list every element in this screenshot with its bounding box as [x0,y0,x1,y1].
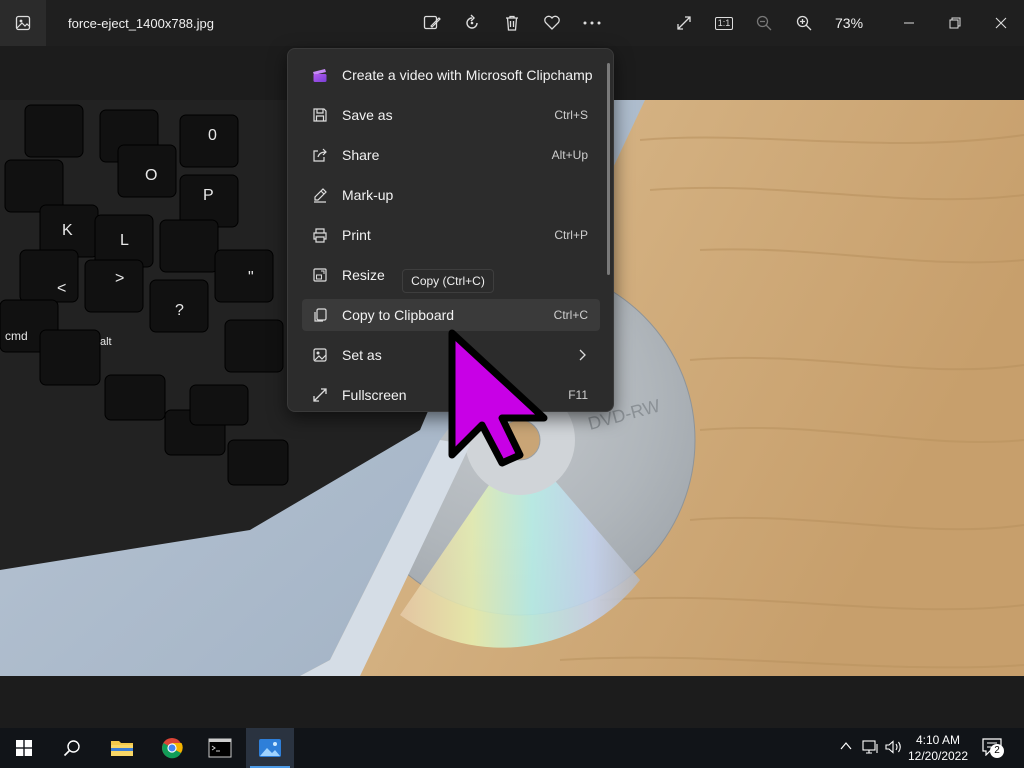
set-as-icon [313,348,327,362]
fullscreen-icon [313,388,327,402]
annotation-cursor-icon [448,329,548,467]
menu-item-label: Print [342,227,371,243]
key-label: K [62,222,73,239]
viewer-background-bottom [0,676,1024,728]
key-label: alt [100,336,112,348]
clipchamp-icon [313,69,327,82]
delete-button[interactable] [501,12,523,34]
menu-item-label: Save as [342,107,393,123]
file-explorer-icon [111,741,133,756]
taskbar-file-explorer[interactable] [98,728,146,768]
minimize-icon [904,22,914,24]
key-label: " [248,269,254,286]
taskbar-search-button[interactable] [48,728,96,768]
menu-item-label: Set as [342,347,382,363]
menu-scrollbar[interactable] [607,63,610,275]
zoom-out-button[interactable] [753,12,775,34]
favorite-icon [544,15,560,30]
zoom-in-icon [796,15,812,31]
key-label: < [57,280,66,297]
key-label: cmd [5,329,28,343]
copy-icon [314,308,327,322]
fullscreen-button[interactable] [673,12,695,34]
favorite-button[interactable] [541,12,563,34]
more-options-button[interactable] [581,12,603,34]
notification-count-badge: 2 [990,744,1004,758]
more-icon [583,21,601,25]
print-icon [313,228,327,243]
photos-app-icon [259,739,281,757]
restore-button[interactable] [944,12,966,34]
menu-item-label: Fullscreen [342,387,407,403]
fullscreen-icon [677,16,691,30]
notification-center-button[interactable]: 2 [982,738,1006,758]
title-bar: force-eject_1400x788.jpg 1:1 73% [0,0,1024,46]
menu-item-label: Mark-up [342,187,394,203]
menu-item-label: Resize [342,267,385,283]
taskbar: 4:10 AM 12/20/2022 2 [0,728,1024,768]
rotate-icon [466,14,478,29]
network-icon[interactable] [862,740,880,754]
taskbar-chrome[interactable] [148,728,196,768]
copy-tooltip: Copy (Ctrl+C) [402,269,494,293]
menu-item-shortcut: Alt+Up [551,148,588,162]
taskbar-photos[interactable] [246,728,294,768]
edit-image-button[interactable] [421,12,443,34]
minimize-button[interactable] [898,12,920,34]
menu-item-print[interactable]: Print Ctrl+P [302,219,600,251]
zoom-level[interactable]: 73% [835,15,863,31]
menu-item-share[interactable]: Share Alt+Up [302,139,600,171]
key-label: L [120,232,129,249]
menu-item-shortcut: F11 [568,388,588,402]
windows-start-icon [16,740,32,756]
zoom-out-icon [756,15,772,31]
menu-item-shortcut: Ctrl+S [554,108,588,122]
menu-item-save-as[interactable]: Save as Ctrl+S [302,99,600,131]
chevron-right-icon [579,349,586,361]
menu-item-shortcut: Ctrl+P [554,228,588,242]
search-icon [63,740,80,757]
menu-item-label: Copy to Clipboard [342,307,455,323]
taskbar-terminal[interactable] [196,728,244,768]
key-label: 0 [208,127,217,144]
save-icon [313,108,327,122]
delete-icon [506,15,518,31]
rotate-button[interactable] [461,12,483,34]
resize-icon [313,268,327,282]
system-clock[interactable]: 4:10 AM 12/20/2022 [905,732,971,764]
chevron-up-icon[interactable] [840,741,852,751]
menu-item-label: Create a video with Microsoft Clipchamp [342,67,593,83]
menu-item-shortcut: Ctrl+C [553,308,588,322]
file-name: force-eject_1400x788.jpg [68,16,214,31]
actual-size-icon: 1:1 [714,16,734,30]
key-label: > [115,270,124,287]
menu-item-clipchamp[interactable]: Create a video with Microsoft Clipchamp [302,59,600,91]
share-icon [313,148,327,162]
zoom-in-button[interactable] [793,12,815,34]
menu-item-mark-up[interactable]: Mark-up [302,179,600,211]
key-label: P [203,187,214,204]
start-button[interactable] [0,728,48,768]
actual-size-button[interactable]: 1:1 [713,12,735,34]
volume-icon[interactable] [885,740,903,754]
clock-date: 12/20/2022 [907,749,969,763]
close-icon [995,17,1007,29]
clock-time: 4:10 AM [915,733,961,747]
menu-item-label: Share [342,147,380,163]
markup-icon [314,188,327,203]
chrome-icon [162,738,183,759]
edit-image-icon [423,15,441,30]
key-label: O [145,167,157,184]
photos-app-button[interactable] [0,0,46,46]
restore-icon [949,17,961,29]
photos-icon [15,15,31,31]
close-button[interactable] [990,12,1012,34]
terminal-icon [208,738,232,758]
key-label: ? [175,302,184,319]
